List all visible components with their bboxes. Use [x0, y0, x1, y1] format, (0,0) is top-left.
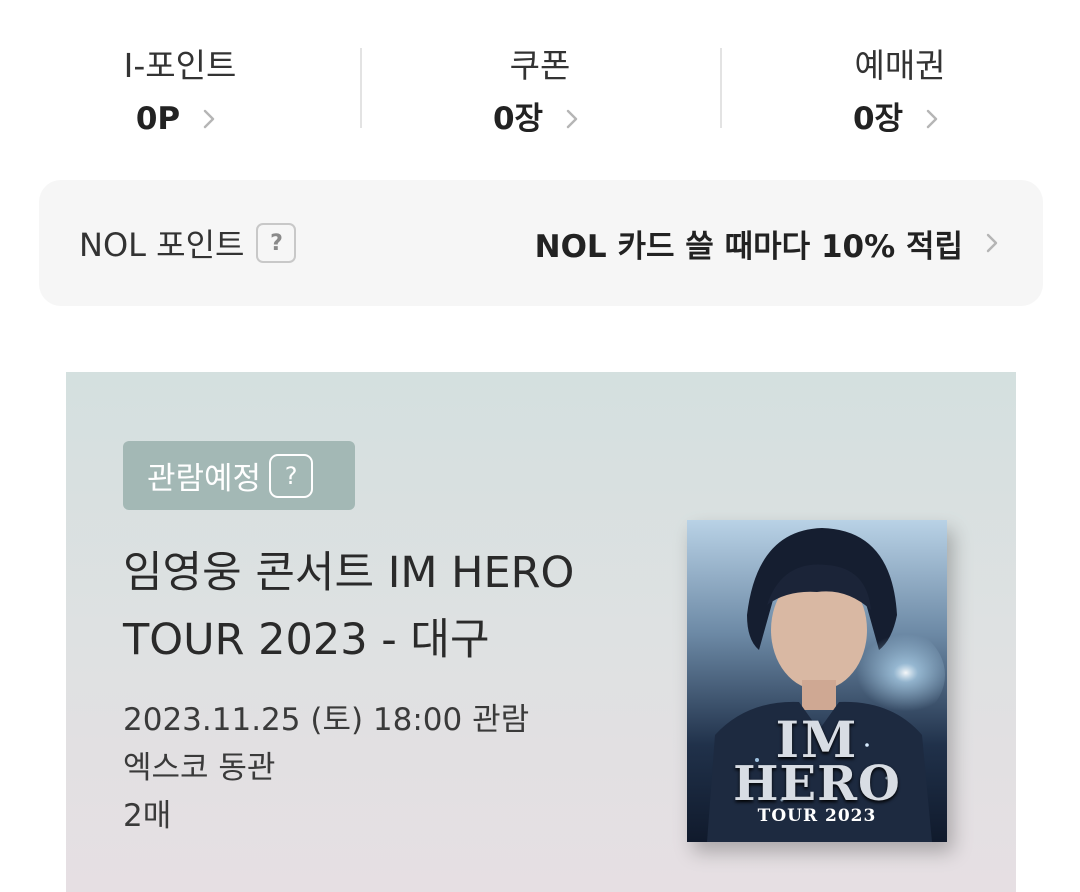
status-badge-label: 관람예정 — [147, 461, 262, 497]
event-date: 2023.11.25 (토) 18:00 관람 — [123, 702, 530, 738]
question-icon[interactable]: ? — [269, 453, 314, 498]
i-point-link[interactable]: 0P — [136, 98, 224, 140]
chevron-right-icon — [203, 109, 215, 129]
poster-title-line2: HERO — [733, 756, 901, 812]
status-badge: 관람예정 ? — [123, 441, 355, 510]
ticket-count: 2매 — [123, 798, 172, 834]
chevron-right-icon — [986, 233, 998, 253]
nol-point-label-group: NOL 포인트 ? — [79, 220, 297, 266]
stat-value-coupon: 0장 — [492, 101, 544, 137]
stat-voucher: 예매권 0장 — [720, 0, 1080, 170]
points-summary: I-포인트 0P 쿠폰 0장 예매권 0장 — [0, 0, 1080, 170]
event-details: 2023.11.25 (토) 18:00 관람 엑스코 동관 2매 — [123, 696, 529, 840]
stat-value-i-point: 0P — [135, 101, 181, 137]
question-icon[interactable]: ? — [256, 223, 297, 263]
nol-point-banner: NOL 포인트 ? NOL 카드 쓸 때마다 10% 적립 — [39, 180, 1043, 306]
concert-poster-image: IM HERO TOUR 2023 — [687, 520, 947, 842]
stat-value-voucher: 0장 — [852, 101, 904, 137]
stat-label-voucher: 예매권 — [854, 46, 946, 85]
coupon-link[interactable]: 0장 — [493, 98, 587, 140]
chevron-right-icon — [926, 109, 938, 129]
stat-label-coupon: 쿠폰 — [509, 46, 571, 85]
nol-point-label: NOL 포인트 — [79, 226, 245, 264]
stat-i-point: I-포인트 0P — [0, 0, 360, 170]
voucher-link[interactable]: 0장 — [853, 98, 947, 140]
event-title: 임영웅 콘서트 IM HERO TOUR 2023 - 대구 — [123, 548, 575, 665]
poster-title-line3: TOUR 2023 — [757, 806, 877, 826]
stat-label-i-point: I-포인트 — [123, 46, 237, 85]
stat-coupon: 쿠폰 0장 — [360, 0, 720, 170]
event-venue: 엑스코 동관 — [123, 750, 276, 786]
chevron-right-icon — [566, 109, 578, 129]
nol-card-promo-link[interactable]: NOL 카드 쓸 때마다 10% 적립 — [535, 221, 1007, 266]
nol-card-promo-text: NOL 카드 쓸 때마다 10% 적립 — [534, 228, 963, 265]
upcoming-ticket-card[interactable]: 관람예정 ? 임영웅 콘서트 IM HERO TOUR 2023 - 대구 20… — [66, 372, 1016, 892]
